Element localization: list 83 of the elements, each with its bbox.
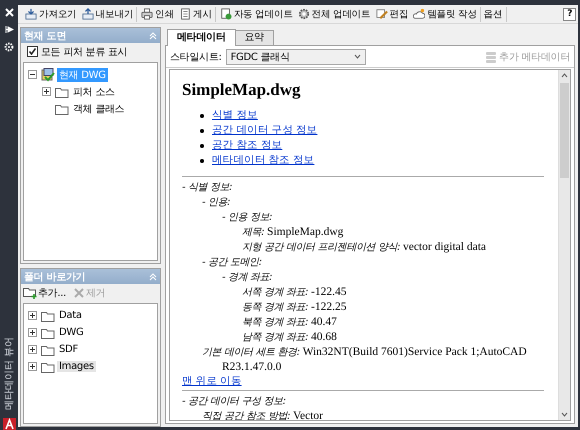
toolbar-button[interactable]: 가져오기 <box>22 6 79 22</box>
toolbar-button[interactable]: 내보내기 <box>78 6 136 22</box>
help-button[interactable]: ? <box>563 8 576 20</box>
tab[interactable]: 메타데이터 <box>167 29 236 46</box>
folder-icon <box>41 344 55 356</box>
metadata-line: 제목: SimpleMap.dwg <box>242 225 344 240</box>
contents-link[interactable]: 공간 참조 정보 <box>212 139 282 151</box>
bullet-icon <box>200 129 204 133</box>
metadata-line: - 공간 데이터 구성 정보: <box>182 395 287 409</box>
stylesheet-dropdown[interactable]: FGDC 클래식 <box>226 48 366 64</box>
folder-icon <box>55 102 69 114</box>
tree-item[interactable]: Images <box>57 361 96 372</box>
tray-arrow-icon <box>25 8 37 20</box>
gear-icon <box>298 8 310 20</box>
toolbar-button[interactable]: 편집 <box>372 6 410 22</box>
bullet-icon <box>200 144 204 148</box>
toolbar-button[interactable]: 템플릿 작성 <box>410 6 479 22</box>
metadata-line: - 인용: <box>202 196 232 210</box>
pencil-icon <box>376 8 388 20</box>
folder-icon <box>41 310 55 322</box>
panel-title: 현재 도면 <box>24 30 66 42</box>
toolbar-button[interactable]: 옵션 <box>482 6 505 22</box>
expand-toggle[interactable] <box>28 345 37 354</box>
bullet-icon <box>200 114 204 118</box>
scrollbar-thumb[interactable] <box>560 83 569 178</box>
metadata-line: - 인용 정보: <box>222 211 274 225</box>
folder-plus-icon <box>23 286 37 299</box>
toolbar-button[interactable]: 인쇄 <box>138 6 176 22</box>
tree-item[interactable]: DWG <box>57 327 86 338</box>
expand-toggle[interactable] <box>28 311 37 320</box>
drawing-check-icon <box>41 68 55 82</box>
collapse-toggle[interactable] <box>28 70 37 79</box>
toolbar-button[interactable]: 자동 업데이트 <box>216 6 295 22</box>
expand-toggle[interactable] <box>42 87 51 96</box>
tree-item[interactable]: Data <box>57 310 84 321</box>
toolbar-button[interactable]: 전체 업데이트 <box>294 6 372 22</box>
tree-item[interactable]: 피처 소스 <box>71 84 117 98</box>
settings-icon[interactable] <box>4 42 14 52</box>
scrollbar[interactable] <box>558 70 570 420</box>
palette-title: 메타데이터 뷰어 <box>3 336 16 410</box>
contents-link[interactable]: 메타데이터 참조 정보 <box>212 154 314 166</box>
toolbar-button[interactable]: 추가... <box>23 286 66 300</box>
expand-toggle[interactable] <box>28 362 37 371</box>
tree-item[interactable]: 객체 클래스 <box>71 102 126 116</box>
expand-toggle[interactable] <box>28 328 37 337</box>
contents-link[interactable]: 식별 정보 <box>212 109 258 121</box>
metadata-line: - 공간 도메인: <box>202 256 263 270</box>
back-to-top-link[interactable]: 맨 위로 이동 <box>182 374 544 388</box>
metadata-line: 지형 공간 데이터 프리젠테이션 양식: vector digital data <box>242 240 487 255</box>
contents-link[interactable]: 공간 데이터 구성 정보 <box>212 124 318 136</box>
metadata-line: 기본 데이터 세트 환경: Win32NT(Build 7601)Service Pack 1;AutoCAD R23.1.47.0.0 <box>202 345 528 374</box>
folder-icon <box>55 86 69 98</box>
document-refresh-icon <box>220 8 232 20</box>
bullet-icon <box>200 159 204 163</box>
folder-icon <box>41 360 55 372</box>
metadata-line: - 식별 정보: <box>182 181 234 195</box>
close-icon[interactable] <box>4 8 14 17</box>
tab[interactable]: 요약 <box>234 30 274 45</box>
metadata-line: 동쪽 경계 좌표: -122.25 <box>242 300 348 315</box>
panel-title: 폴더 바로가기 <box>24 270 86 284</box>
metadata-line: - 경계 좌표: <box>222 271 274 285</box>
toolbar-button[interactable]: 게시 <box>176 6 214 22</box>
folder-icon <box>41 326 55 338</box>
document-icon <box>179 8 191 20</box>
checkbox-label[interactable]: 모든 피처 분류 표시 <box>41 44 128 58</box>
scroll-up-icon[interactable] <box>561 73 568 78</box>
pin-icon[interactable] <box>4 25 14 34</box>
metadata-line: 북쪽 경계 좌표: 40.47 <box>242 315 338 330</box>
metadata-line: 남쪽 경계 좌표: 40.68 <box>242 330 338 345</box>
app-logo-icon[interactable] <box>2 418 16 430</box>
tray-arrow-icon <box>82 8 94 20</box>
tree-item[interactable]: SDF <box>57 344 80 355</box>
check-icon <box>29 48 36 55</box>
checkbox[interactable] <box>27 46 38 57</box>
metadata-line: 서쪽 경계 좌표: -122.45 <box>242 285 348 300</box>
cross-icon <box>73 286 86 298</box>
scroll-down-icon[interactable] <box>561 412 568 417</box>
chevron-down-icon <box>354 54 361 59</box>
stack-icon <box>485 50 498 62</box>
stylesheet-label: 스타일시트: <box>170 50 222 64</box>
printer-icon <box>141 8 154 20</box>
document-title: SimpleMap.dwg <box>182 80 302 100</box>
cloud-star-icon <box>413 8 426 20</box>
